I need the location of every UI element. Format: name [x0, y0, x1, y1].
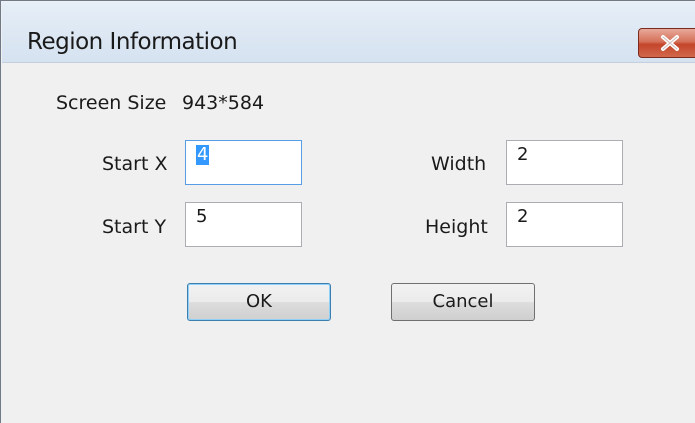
close-button[interactable]: [638, 28, 695, 58]
start-x-input[interactable]: 4: [185, 140, 302, 185]
start-x-label: Start X: [102, 153, 168, 175]
height-input[interactable]: 2: [506, 202, 623, 247]
start-x-value: 4: [196, 144, 210, 165]
region-information-dialog: Region Information Screen Size 943*584 S…: [0, 0, 695, 423]
screen-size-value: 943*584: [182, 92, 265, 114]
ok-button[interactable]: OK: [187, 283, 331, 321]
height-value: 2: [517, 206, 529, 227]
width-input[interactable]: 2: [506, 140, 623, 185]
start-y-label: Start Y: [102, 216, 167, 238]
start-y-input[interactable]: 5: [185, 202, 302, 247]
cancel-button[interactable]: Cancel: [391, 283, 535, 321]
screen-size-label: Screen Size: [56, 92, 167, 114]
width-label: Width: [431, 153, 487, 175]
close-icon: [661, 35, 679, 51]
height-label: Height: [425, 216, 488, 238]
title-bar[interactable]: Region Information: [2, 2, 695, 63]
width-value: 2: [517, 144, 529, 165]
start-y-value: 5: [196, 206, 208, 227]
window-title: Region Information: [27, 29, 238, 55]
